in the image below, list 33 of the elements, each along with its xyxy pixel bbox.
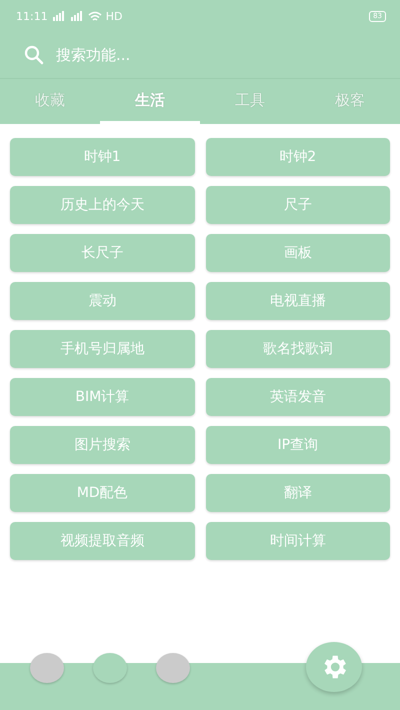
tab[interactable]: 生活 (100, 79, 200, 124)
wifi-icon (88, 10, 102, 22)
network-type: HD (106, 10, 122, 22)
feature-button[interactable]: IP查询 (206, 426, 390, 464)
signal-icon (52, 11, 66, 21)
feature-button[interactable]: 英语发音 (206, 378, 390, 416)
tab[interactable]: 收藏 (0, 79, 100, 124)
feature-button[interactable]: 震动 (10, 282, 194, 320)
search-icon (24, 45, 44, 65)
settings-button[interactable] (306, 642, 362, 692)
search-field[interactable]: 搜索功能... (54, 45, 376, 65)
page-dot[interactable] (30, 653, 64, 683)
page-dot[interactable] (93, 653, 127, 683)
feature-button[interactable]: 历史上的今天 (10, 186, 194, 224)
feature-button[interactable]: 时间计算 (206, 522, 390, 560)
feature-button[interactable]: 时钟1 (10, 138, 194, 176)
feature-button[interactable]: 手机号归属地 (10, 330, 194, 368)
feature-button[interactable]: BIM计算 (10, 378, 194, 416)
tab[interactable]: 极客 (300, 79, 400, 124)
feature-button[interactable]: 翻译 (206, 474, 390, 512)
feature-button[interactable]: 图片搜索 (10, 426, 194, 464)
status-time: 11:11 (16, 10, 48, 22)
signal-icon (70, 11, 84, 21)
feature-button[interactable]: 尺子 (206, 186, 390, 224)
feature-button[interactable]: 歌名找歌词 (206, 330, 390, 368)
feature-button[interactable]: 电视直播 (206, 282, 390, 320)
feature-button[interactable]: 时钟2 (206, 138, 390, 176)
feature-button[interactable]: 画板 (206, 234, 390, 272)
feature-button[interactable]: 长尺子 (10, 234, 194, 272)
feature-button[interactable]: MD配色 (10, 474, 194, 512)
page-dot[interactable] (156, 653, 190, 683)
tab[interactable]: 工具 (200, 79, 300, 124)
feature-button[interactable]: 视频提取音频 (10, 522, 194, 560)
